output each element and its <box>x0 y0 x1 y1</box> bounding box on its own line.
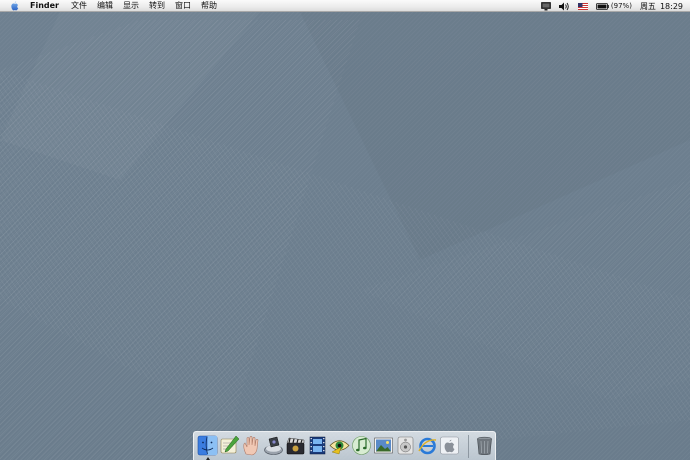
screen: Finder 文件 编辑 显示 转到 窗口 帮助 (97%) 周五 18:29 <box>0 0 690 460</box>
hand-icon[interactable] <box>241 435 262 456</box>
menu-help[interactable]: 帮助 <box>196 0 222 12</box>
disc-icon[interactable] <box>395 435 416 456</box>
finder-icon[interactable] <box>197 435 218 456</box>
battery-percent: (97%) <box>610 2 632 10</box>
music-note-icon[interactable] <box>351 435 372 456</box>
menu-bar-right: (97%) 周五 18:29 <box>537 0 690 12</box>
movie-clapper-icon[interactable] <box>285 435 306 456</box>
chat-pen-icon[interactable] <box>219 435 240 456</box>
menu-finder[interactable]: Finder <box>28 0 66 12</box>
wallpaper-pattern <box>0 20 690 460</box>
menu-file[interactable]: 文件 <box>66 0 92 12</box>
battery-indicator[interactable]: (97%) <box>596 0 632 12</box>
menu-bar-left: Finder 文件 编辑 显示 转到 窗口 帮助 <box>0 0 222 12</box>
display-icon[interactable] <box>541 0 551 12</box>
desktop-background[interactable] <box>0 0 690 460</box>
photo-icon[interactable] <box>373 435 394 456</box>
menu-edit[interactable]: 编辑 <box>92 0 118 12</box>
menu-window[interactable]: 窗口 <box>170 0 196 12</box>
us-flag-icon[interactable] <box>577 0 588 12</box>
clock-time[interactable]: 18:29 <box>660 2 683 11</box>
clock-day[interactable]: 周五 <box>640 1 656 12</box>
scanner-icon[interactable] <box>263 435 284 456</box>
menu-go[interactable]: 转到 <box>144 0 170 12</box>
film-strip-icon[interactable] <box>307 435 328 456</box>
internet-explorer-icon[interactable] <box>417 435 438 456</box>
volume-icon[interactable] <box>558 0 570 12</box>
eye-icon[interactable] <box>329 435 350 456</box>
menu-view[interactable]: 显示 <box>118 0 144 12</box>
apple-logo-icon[interactable] <box>439 435 460 456</box>
menu-bar: Finder 文件 编辑 显示 转到 窗口 帮助 (97%) 周五 18:29 <box>0 0 690 12</box>
apple-menu-icon[interactable] <box>9 0 19 12</box>
trash-icon[interactable] <box>474 435 495 456</box>
dock <box>193 431 496 460</box>
battery-icon <box>596 2 609 10</box>
dock-separator <box>468 435 469 458</box>
